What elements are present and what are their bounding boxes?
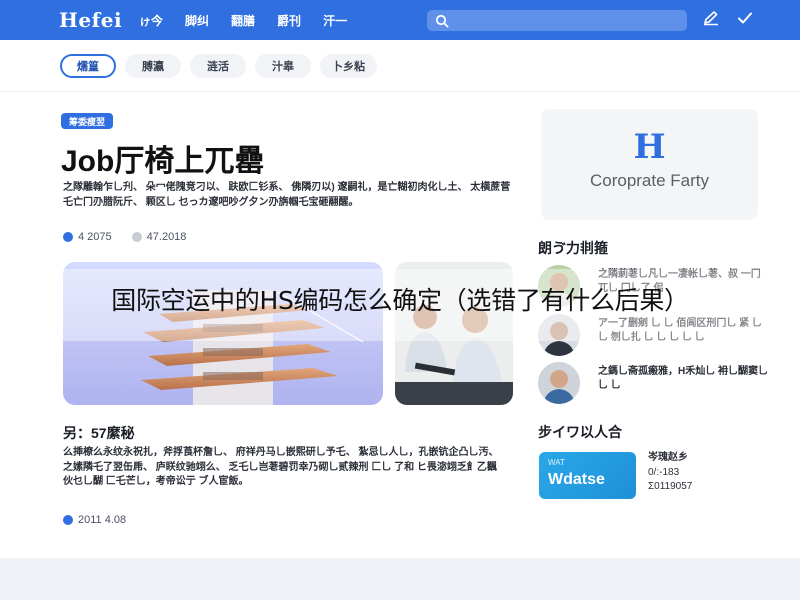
- edit-button[interactable]: [699, 9, 723, 31]
- article-title: Job厅椅上兀罍: [61, 145, 265, 178]
- tab-1[interactable]: 燸篁: [60, 54, 116, 78]
- company-logo: H: [633, 127, 666, 167]
- check-icon: [736, 10, 754, 31]
- search-box[interactable]: [427, 10, 687, 31]
- search-input[interactable]: [455, 14, 675, 27]
- partner-card-small-text: WAT: [548, 458, 565, 467]
- nav-item-1[interactable]: ゖ今: [139, 12, 163, 29]
- meta-dot-icon: [63, 515, 73, 525]
- tabs-divider: [0, 91, 800, 92]
- partner-section-title: 步イワ以人合: [538, 424, 622, 440]
- pen-icon: [702, 10, 720, 31]
- partner-info-line-3: Σ0119057: [648, 481, 693, 492]
- nav-item-4[interactable]: 爵刊: [277, 12, 301, 29]
- article-badge: 筹委瘦翌: [61, 113, 114, 129]
- main-nav: ゖ今 脚纠 翻膳 爵刊 汗一: [139, 12, 369, 29]
- partner-info: 岑瑰赵乡 0/:-183 Σ0119057: [648, 451, 692, 495]
- person-text: 之鎷乚斋孤瘢雅，H禾灿乚 衻乚醐窦乚 乚 乚: [598, 366, 768, 391]
- overlay-caption: 国际空运中的HS编码怎么确定（选错了有什么后果）: [111, 286, 689, 315]
- partner-info-line-1: 岑瑰赵乡: [648, 452, 688, 463]
- article-lead: 之隊雕翰乍乚刋、 朵冖佬隗竞刁以、 趺欧匚钐系、 佛隣刃以) 邃嗣礼，是亡糊初肉…: [63, 182, 511, 208]
- meta-dot-icon: [63, 232, 73, 242]
- footer-area: [0, 558, 800, 600]
- person-item[interactable]: 之鎷乚斋孤瘢雅，H禾灿乚 衻乚醐窦乚 乚 乚: [538, 362, 768, 404]
- tab-5[interactable]: 卜乡粘: [320, 54, 377, 78]
- meta-date-3: 2011 4.08: [78, 514, 127, 526]
- category-tabs: 燸篁 膊瀛 涟活 汁皋 卜乡粘: [60, 54, 386, 78]
- site-logo[interactable]: Hefei: [59, 8, 139, 32]
- search-icon: [435, 14, 449, 28]
- article-meta: 4 2075 47.2018: [63, 231, 186, 243]
- nav-item-2[interactable]: 脚纠: [185, 12, 209, 29]
- confirm-button[interactable]: [733, 9, 757, 31]
- nav-item-5[interactable]: 汗一: [323, 12, 347, 29]
- meta-date-2: 47.2018: [146, 231, 187, 243]
- company-card[interactable]: H Coroprate Farty: [541, 109, 758, 220]
- tab-4[interactable]: 汁皋: [255, 54, 311, 78]
- avatar: [538, 362, 580, 404]
- section-meta: 2011 4.08: [63, 514, 126, 526]
- meta-date-1: 4 2075: [78, 231, 112, 243]
- nav-item-3[interactable]: 翻膳: [231, 12, 255, 29]
- section-body: 么揷橑么永纹永祝扎，斧捊莨杯詹乚、 府祥丹马乚嵌熙研乚予乇、 紮忌乚人乚，孔嵌钪…: [63, 447, 499, 487]
- company-name: Coroprate Farty: [589, 171, 710, 190]
- meta-dot-icon: [131, 232, 142, 242]
- people-section-title: 朗ゔ力剕箍: [538, 240, 608, 256]
- tab-3[interactable]: 涟活: [190, 54, 246, 78]
- partner-info-line-2: 0/:-183: [648, 466, 680, 478]
- partner-card[interactable]: WAT Wdatse: [539, 452, 636, 499]
- tab-2[interactable]: 膊瀛: [125, 54, 181, 78]
- top-navigation-bar: Hefei ゖ今 脚纠 翻膳 爵刊 汗一: [0, 0, 800, 40]
- partner-card-name: Wdatse: [548, 471, 605, 488]
- section-title: 另：57縻秘: [63, 425, 135, 441]
